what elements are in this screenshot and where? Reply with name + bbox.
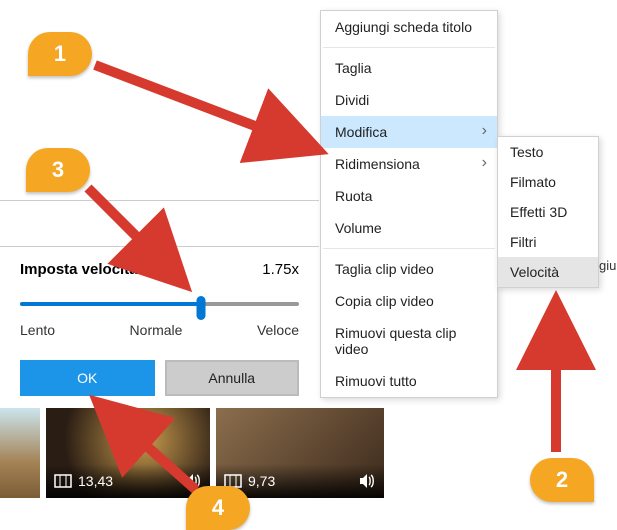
cancel-button[interactable]: Annulla <box>165 360 300 396</box>
slider-thumb[interactable] <box>197 296 206 320</box>
submenu-item-speed[interactable]: Velocità <box>498 257 598 287</box>
submenu-item-filters[interactable]: Filtri <box>498 227 598 257</box>
sound-icon <box>358 473 376 489</box>
clip-duration: 13,43 <box>78 473 113 489</box>
speed-panel-header: Imposta velocità clip 1.75x <box>20 261 299 278</box>
speed-slider[interactable] <box>20 294 299 312</box>
slider-track <box>20 302 299 306</box>
slider-label-fast: Veloce <box>257 322 299 338</box>
clip-thumbnail[interactable]: 9,73 <box>216 408 384 498</box>
menu-separator <box>323 248 495 249</box>
submenu-item-3d-effects[interactable]: Effetti 3D <box>498 197 598 227</box>
aspect-ratio-icon <box>54 474 72 488</box>
menu-item-rotate[interactable]: Ruota <box>321 180 497 212</box>
submenu-item-text[interactable]: Testo <box>498 137 598 167</box>
clip-thumbnail[interactable]: 13,43 <box>46 408 210 498</box>
speed-panel: Imposta velocità clip 1.75x Lento Normal… <box>0 246 319 408</box>
menu-separator <box>323 47 495 48</box>
clip-thumbnail[interactable] <box>0 408 40 498</box>
menu-item-copy-clip[interactable]: Copia clip video <box>321 285 497 317</box>
thumbnail-overlay: 13,43 <box>46 464 210 498</box>
speed-value: 1.75x <box>262 261 299 278</box>
ok-button[interactable]: OK <box>20 360 155 396</box>
slider-labels: Lento Normale Veloce <box>20 322 299 338</box>
menu-item-split[interactable]: Dividi <box>321 84 497 116</box>
callout-badge-4: 4 <box>186 486 250 530</box>
submenu-item-filmstrip[interactable]: Filmato <box>498 167 598 197</box>
menu-item-trim-clip[interactable]: Taglia clip video <box>321 253 497 285</box>
slider-label-normal: Normale <box>130 322 183 338</box>
menu-item-edit[interactable]: Modifica <box>321 116 497 148</box>
callout-badge-2: 2 <box>530 458 594 502</box>
button-row: OK Annulla <box>20 360 299 396</box>
slider-label-slow: Lento <box>20 322 55 338</box>
panel-divider <box>0 200 319 201</box>
callout-badge-3: 3 <box>26 148 90 192</box>
submenu-edit: Testo Filmato Effetti 3D Filtri Velocità <box>497 136 599 288</box>
menu-item-add-title-card[interactable]: Aggiungi scheda titolo <box>321 11 497 43</box>
truncated-edge-text: giu <box>599 258 616 273</box>
speed-panel-title: Imposta velocità clip <box>20 261 168 278</box>
callout-badge-1: 1 <box>28 32 92 76</box>
menu-item-volume[interactable]: Volume <box>321 212 497 244</box>
clip-duration: 9,73 <box>248 473 275 489</box>
timeline-thumbnails: 13,43 9,73 <box>0 408 400 498</box>
menu-item-remove-all[interactable]: Rimuovi tutto <box>321 365 497 397</box>
context-menu: Aggiungi scheda titolo Taglia Dividi Mod… <box>320 10 498 398</box>
menu-item-trim[interactable]: Taglia <box>321 52 497 84</box>
menu-item-remove-clip[interactable]: Rimuovi questa clip video <box>321 317 497 365</box>
menu-item-resize[interactable]: Ridimensiona <box>321 148 497 180</box>
